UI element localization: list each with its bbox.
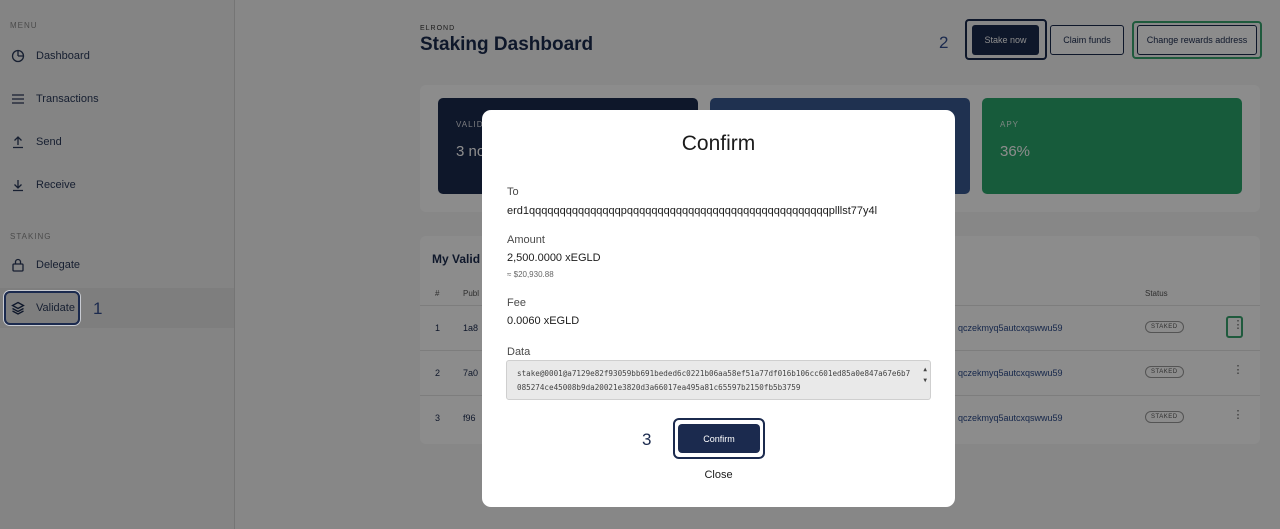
validate-highlight [4,291,80,325]
step-annotation-1: 1 [93,299,103,318]
amount-value: 2,500.0000 xEGLD [507,252,601,264]
close-link[interactable]: Close [482,469,955,481]
to-label: To [507,186,519,198]
scroll-arrows-icon[interactable]: ▲ ▼ [923,364,927,386]
amount-label: Amount [507,234,545,246]
to-address: erd1qqqqqqqqqqqqqqqpqqqqqqqqqqqqqqqqqqqq… [507,205,878,217]
confirm-dialog: Confirm To erd1qqqqqqqqqqqqqqqpqqqqqqqqq… [482,110,955,507]
confirm-button[interactable]: Confirm [678,424,760,453]
data-textarea[interactable]: stake@0001@a7129e82f93059bb691beded6c022… [506,360,931,400]
amount-usd: ≈ $20,930.88 [507,270,554,279]
fee-label: Fee [507,297,526,309]
dialog-title: Confirm [681,132,756,155]
data-label: Data [507,346,531,358]
data-value: stake@0001@a7129e82f93059bb691beded6c022… [517,369,911,392]
fee-value: 0.0060 xEGLD [507,315,580,327]
step-annotation-3: 3 [642,430,652,449]
step-annotation-2: 2 [939,33,949,52]
